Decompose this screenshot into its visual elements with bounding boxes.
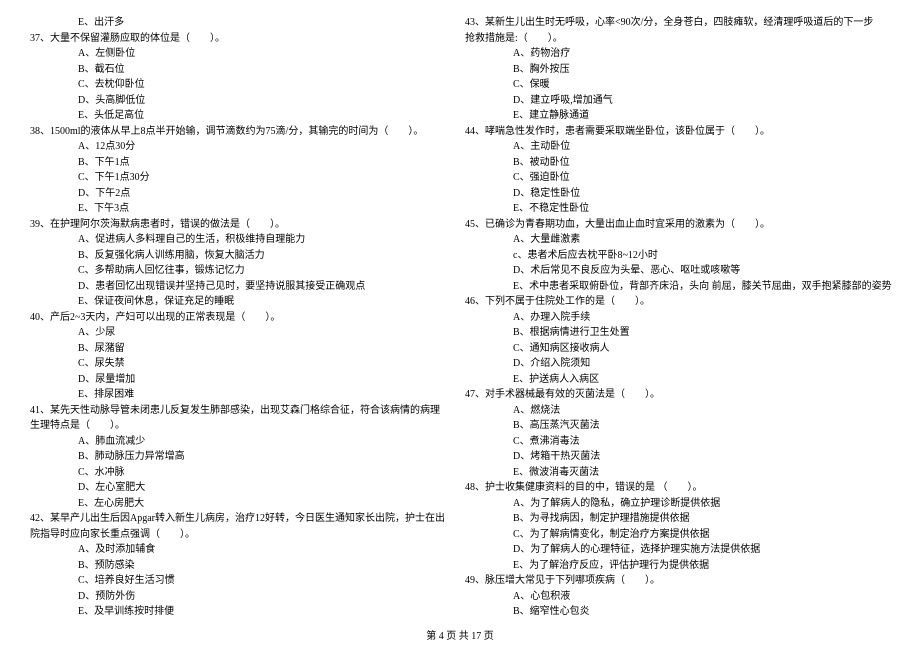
option-line: A、药物治疗 bbox=[465, 46, 892, 62]
option-line: E、保证夜间休息，保证充足的睡眠 bbox=[30, 294, 445, 310]
option-line: B、胸外按压 bbox=[465, 62, 892, 78]
option-line: C、下午1点30分 bbox=[30, 170, 445, 186]
option-line: C、尿失禁 bbox=[30, 356, 445, 372]
option-line: E、及早训练按时排便 bbox=[30, 604, 445, 620]
option-line: E、排尿困难 bbox=[30, 387, 445, 403]
question-line: 44、哮喘急性发作时，患者需要采取端坐卧位，该卧位属于（ ）。 bbox=[465, 124, 892, 140]
continuation-line: 生理特点是（ ）。 bbox=[30, 418, 445, 434]
option-line: C、多帮助病人回忆往事，锻炼记忆力 bbox=[30, 263, 445, 279]
option-line: B、高压蒸汽灭菌法 bbox=[465, 418, 892, 434]
option-line: B、缩窄性心包炎 bbox=[465, 604, 892, 620]
question-line: 41、某先天性动脉导管未闭患儿反复发生肺部感染，出现艾森门格综合征，符合该病情的… bbox=[30, 403, 445, 419]
option-line: D、建立呼吸,增加通气 bbox=[465, 93, 892, 109]
option-line: C、水冲脉 bbox=[30, 465, 445, 481]
option-line: c、患者术后应去枕平卧8~12小时 bbox=[465, 248, 892, 264]
continuation-line: 抢救措施是:（ ）。 bbox=[465, 31, 892, 47]
option-line: E、为了解治疗反应，评估护理行为提供依据 bbox=[465, 558, 892, 574]
question-line: 47、对手术器械最有效的灭菌法是（ ）。 bbox=[465, 387, 892, 403]
question-line: 48、护士收集健康资料的目的中，错误的是 （ ）。 bbox=[465, 480, 892, 496]
option-line: E、出汗多 bbox=[30, 15, 445, 31]
option-line: E、下午3点 bbox=[30, 201, 445, 217]
option-line: A、心包积液 bbox=[465, 589, 892, 605]
option-line: A、少尿 bbox=[30, 325, 445, 341]
option-line: D、术后常见不良反应为头晕、恶心、呕吐或咳嗽等 bbox=[465, 263, 892, 279]
option-line: A、为了解病人的隐私，确立护理诊断提供依据 bbox=[465, 496, 892, 512]
question-line: 45、已确诊为青春期功血，大量出血止血时宜采用的激素为（ ）。 bbox=[465, 217, 892, 233]
option-line: C、去枕仰卧位 bbox=[30, 77, 445, 93]
option-line: C、强迫卧位 bbox=[465, 170, 892, 186]
option-line: E、头低足高位 bbox=[30, 108, 445, 124]
option-line: B、尿潴留 bbox=[30, 341, 445, 357]
option-line: D、稳定性卧位 bbox=[465, 186, 892, 202]
option-line: E、不稳定性卧位 bbox=[465, 201, 892, 217]
option-line: C、培养良好生活习惯 bbox=[30, 573, 445, 589]
option-line: D、为了解病人的心理特征，选择护理实施方法提供依据 bbox=[465, 542, 892, 558]
option-line: E、建立静脉通道 bbox=[465, 108, 892, 124]
option-line: A、主动卧位 bbox=[465, 139, 892, 155]
option-line: B、反复强化病人训练用脑，恢复大脑活力 bbox=[30, 248, 445, 264]
option-line: D、左心室肥大 bbox=[30, 480, 445, 496]
option-line: B、下午1点 bbox=[30, 155, 445, 171]
option-line: D、预防外伤 bbox=[30, 589, 445, 605]
option-line: E、术中患者采取俯卧位，背部齐床沿，头向 前屈，膝关节屈曲，双手抱紧膝部的姿势 bbox=[465, 279, 892, 295]
page-footer: 第 4 页 共 17 页 bbox=[0, 627, 920, 642]
option-line: A、左侧卧位 bbox=[30, 46, 445, 62]
option-line: A、办理入院手续 bbox=[465, 310, 892, 326]
option-line: D、尿量增加 bbox=[30, 372, 445, 388]
question-line: 42、某早产儿出生后因Apgar转入新生儿病房，治疗12好转，今日医生通知家长出… bbox=[30, 511, 445, 527]
option-line: C、保暖 bbox=[465, 77, 892, 93]
option-line: B、截石位 bbox=[30, 62, 445, 78]
option-line: B、为寻找病因，制定护理措施提供依据 bbox=[465, 511, 892, 527]
question-line: 40、产后2~3天内，产妇可以出现的正常表现是（ ）。 bbox=[30, 310, 445, 326]
option-line: E、微波消毒灭菌法 bbox=[465, 465, 892, 481]
option-line: C、为了解病情变化，制定治疗方案提供依据 bbox=[465, 527, 892, 543]
option-line: B、根据病情进行卫生处置 bbox=[465, 325, 892, 341]
option-line: C、通知病区接收病人 bbox=[465, 341, 892, 357]
option-line: D、头高脚低位 bbox=[30, 93, 445, 109]
option-line: A、促进病人多料理自己的生活，积极维持自理能力 bbox=[30, 232, 445, 248]
left-column: E、出汗多37、大量不保留灌肠应取的体位是（ ）。A、左侧卧位B、截石位C、去枕… bbox=[30, 15, 445, 595]
question-line: 43、某新生儿出生时无呼吸，心率<90次/分，全身苍白，四肢瘫软，经清理呼吸道后… bbox=[465, 15, 892, 31]
option-line: A、大量雌激素 bbox=[465, 232, 892, 248]
option-line: D、介绍入院须知 bbox=[465, 356, 892, 372]
question-line: 49、脉压增大常见于下列哪项疾病（ ）。 bbox=[465, 573, 892, 589]
option-line: B、被动卧位 bbox=[465, 155, 892, 171]
question-line: 39、在护理阿尔茨海默病患者时，错误的做法是（ ）。 bbox=[30, 217, 445, 233]
question-line: 38、1500ml的液体从早上8点半开始输，调节滴数约为75滴/分，其输完的时间… bbox=[30, 124, 445, 140]
question-line: 46、下列不属于住院处工作的是（ ）。 bbox=[465, 294, 892, 310]
page-container: E、出汗多37、大量不保留灌肠应取的体位是（ ）。A、左侧卧位B、截石位C、去枕… bbox=[0, 0, 920, 620]
continuation-line: 院指导时应向家长重点强调（ ）。 bbox=[30, 527, 445, 543]
option-line: D、患者回忆出现错误并坚持己见时，要坚持说服其接受正确观点 bbox=[30, 279, 445, 295]
option-line: C、煮沸消毒法 bbox=[465, 434, 892, 450]
option-line: D、下午2点 bbox=[30, 186, 445, 202]
option-line: E、护送病人入病区 bbox=[465, 372, 892, 388]
option-line: B、肺动脉压力异常增高 bbox=[30, 449, 445, 465]
question-line: 37、大量不保留灌肠应取的体位是（ ）。 bbox=[30, 31, 445, 47]
option-line: A、12点30分 bbox=[30, 139, 445, 155]
option-line: A、及时添加辅食 bbox=[30, 542, 445, 558]
option-line: A、肺血流减少 bbox=[30, 434, 445, 450]
option-line: D、烤箱干热灭菌法 bbox=[465, 449, 892, 465]
option-line: A、燃烧法 bbox=[465, 403, 892, 419]
option-line: E、左心房肥大 bbox=[30, 496, 445, 512]
right-column: 43、某新生儿出生时无呼吸，心率<90次/分，全身苍白，四肢瘫软，经清理呼吸道后… bbox=[465, 15, 892, 595]
option-line: B、预防感染 bbox=[30, 558, 445, 574]
